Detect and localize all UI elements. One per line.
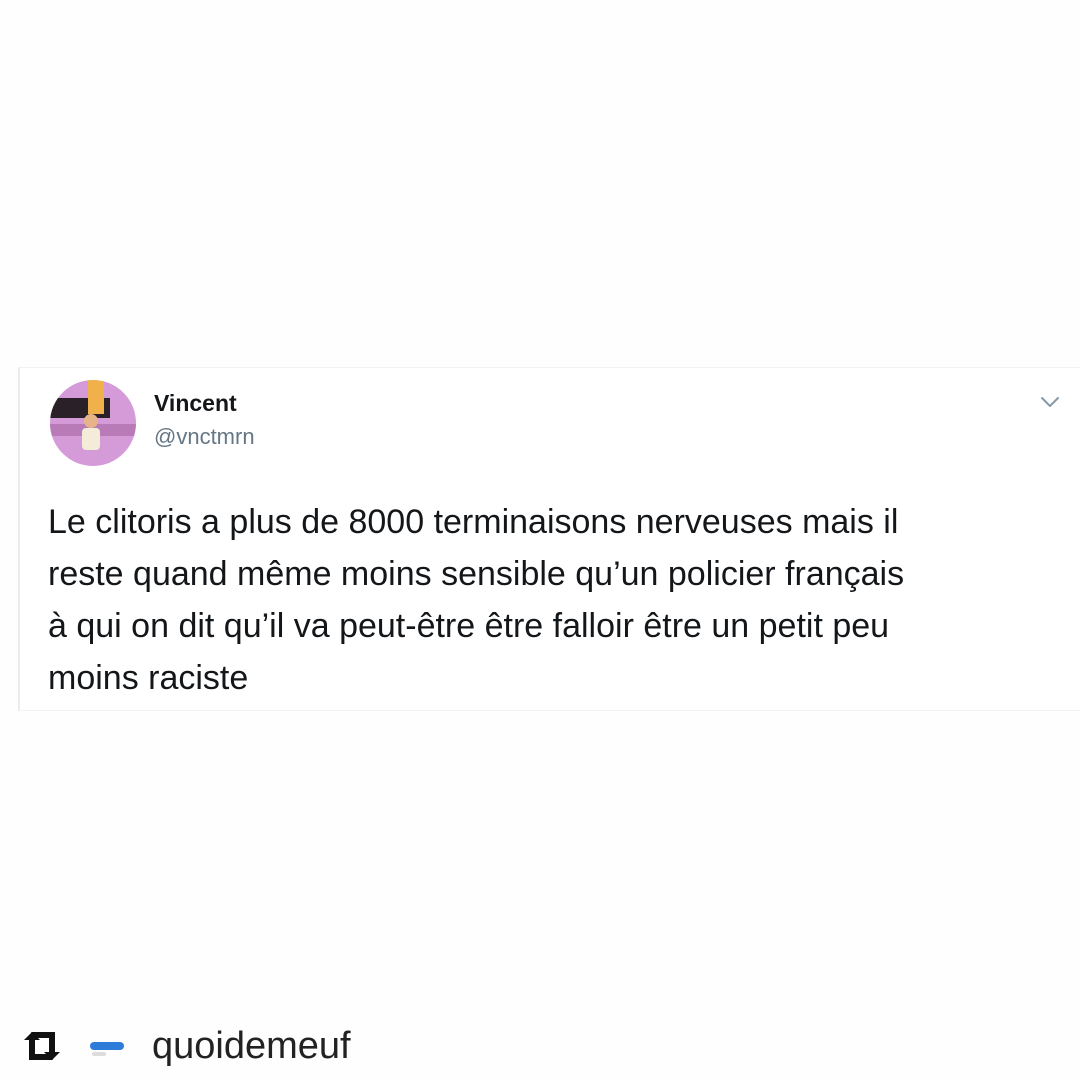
repost-attribution: quoidemeuf xyxy=(18,1020,351,1072)
avatar[interactable] xyxy=(50,380,136,466)
avatar-shape xyxy=(88,380,104,414)
tweet-text: Le clitoris a plus de 8000 terminaisons … xyxy=(48,503,905,697)
tweet-card[interactable]: Vincent @vnctmrn Le clitoris a plus de 8… xyxy=(18,368,1080,710)
chevron-down-icon[interactable] xyxy=(1038,390,1062,414)
author-name[interactable]: Vincent xyxy=(154,390,237,417)
avatar-shape xyxy=(92,1052,106,1056)
author-handle[interactable]: @vnctmrn xyxy=(154,424,255,450)
account-avatar[interactable] xyxy=(86,1026,126,1066)
avatar-shape xyxy=(82,428,100,450)
screenshot-canvas: Vincent @vnctmrn Le clitoris a plus de 8… xyxy=(0,0,1080,1080)
avatar-shape xyxy=(84,414,98,428)
avatar-shape xyxy=(90,1042,124,1050)
repost-account-name[interactable]: quoidemeuf xyxy=(152,1025,351,1068)
repost-icon xyxy=(18,1026,66,1066)
